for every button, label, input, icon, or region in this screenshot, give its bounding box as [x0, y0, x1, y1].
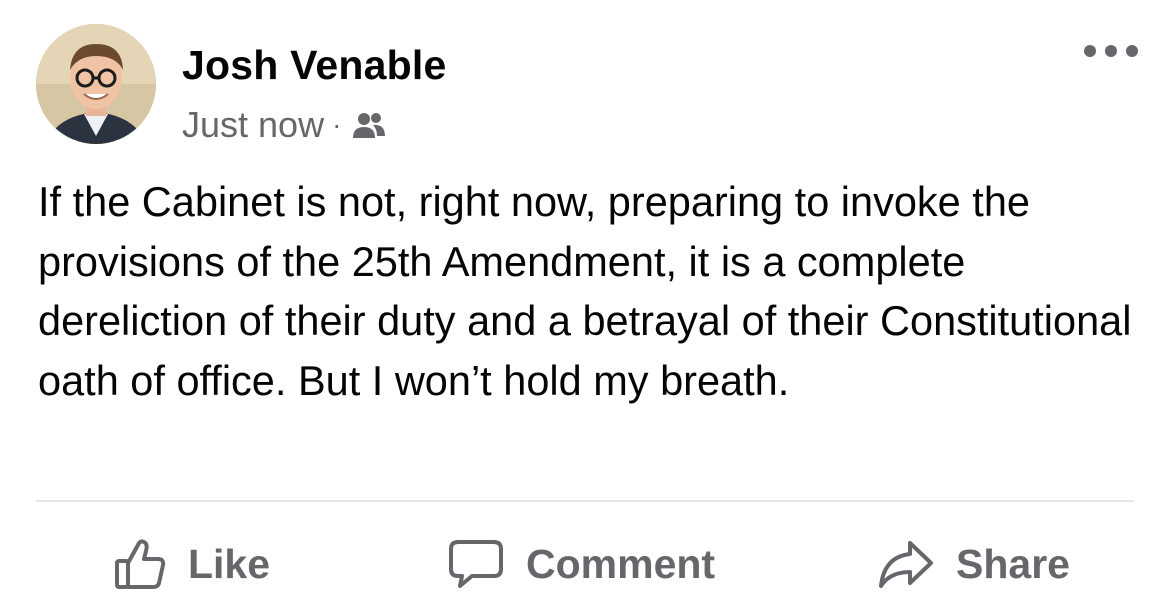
post-meta: Just now ·: [182, 104, 387, 146]
like-label: Like: [188, 540, 271, 587]
more-horizontal-icon[interactable]: [1084, 36, 1138, 66]
share-label: Share: [956, 540, 1070, 587]
timestamp[interactable]: Just now: [182, 104, 324, 146]
meta-separator: ·: [332, 109, 342, 140]
share-arrow-icon: [878, 539, 934, 589]
post-text: If the Cabinet is not, right now, prepar…: [38, 178, 1132, 404]
like-button[interactable]: Like: [114, 532, 270, 596]
more-dot: [1084, 45, 1096, 57]
comment-label: Comment: [526, 540, 716, 587]
author-name[interactable]: Josh Venable: [182, 42, 446, 89]
divider: [36, 500, 1134, 502]
comment-button[interactable]: Comment: [448, 532, 715, 596]
friends-icon[interactable]: [351, 110, 387, 140]
more-dot: [1126, 45, 1138, 57]
facebook-post: Josh Venable Just now · If the Cabinet i…: [0, 0, 1170, 606]
share-button[interactable]: Share: [878, 532, 1070, 596]
more-dot: [1105, 45, 1117, 57]
thumbs-up-icon: [114, 537, 166, 591]
avatar[interactable]: [36, 24, 156, 144]
comment-bubble-icon: [448, 538, 504, 590]
